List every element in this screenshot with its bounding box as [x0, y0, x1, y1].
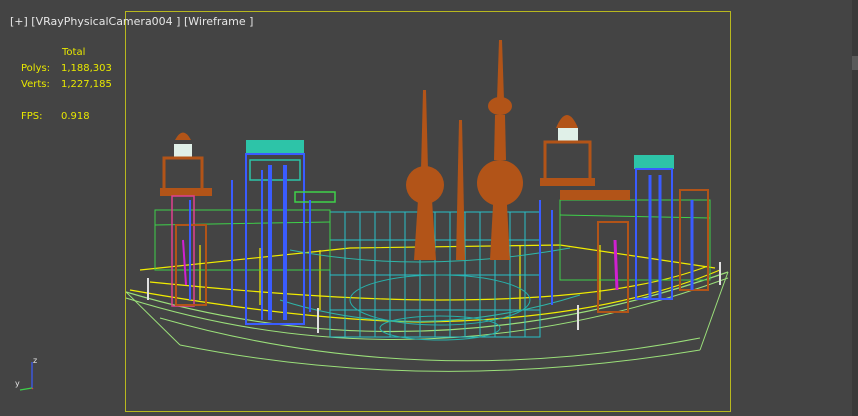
- safe-frame: [125, 11, 731, 412]
- fps-value: 0.918: [61, 111, 90, 122]
- viewport-label[interactable]: [+] [VRayPhysicalCamera004 ] [Wireframe …: [10, 15, 253, 28]
- verts-label: Verts:: [21, 79, 50, 90]
- scrollbar-thumb[interactable]: [852, 56, 858, 70]
- verts-value: 1,227,185: [61, 79, 112, 90]
- polys-label: Polys:: [21, 63, 51, 74]
- viewport[interactable]: [+] [VRayPhysicalCamera004 ] [Wireframe …: [0, 0, 858, 416]
- axis-tripod-icon: z y: [15, 356, 37, 391]
- fps-label: FPS:: [21, 111, 43, 122]
- axis-y-label: y: [15, 379, 20, 388]
- axis-z-label: z: [33, 356, 37, 365]
- polys-value: 1,188,303: [61, 63, 112, 74]
- stats-header: Total: [62, 47, 86, 58]
